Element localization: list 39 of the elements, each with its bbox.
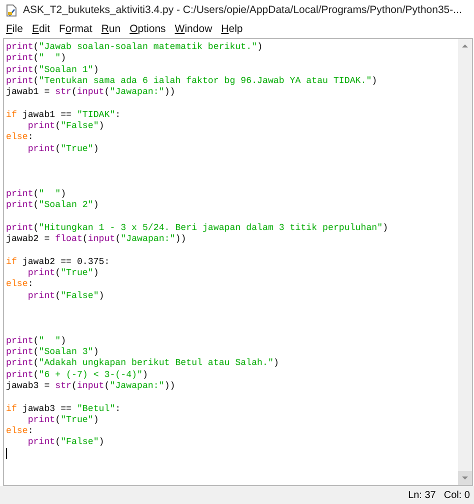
code-line: print("True") (28, 414, 99, 425)
scroll-down-icon[interactable] (458, 471, 472, 485)
code-line: print(" ") (6, 188, 66, 199)
menu-item[interactable]: File (2, 22, 27, 38)
code-line: print("Jawab soalan-soalan matematik berikut.") (6, 41, 263, 52)
code-line: else: (6, 131, 34, 142)
code-line: jawab3 = str(input("Jawapan:")) (6, 380, 176, 391)
code-line: if jawab2 == 0.375: (6, 256, 110, 267)
code-line: print("Hitungkan 1 - 3 x 5/24. Beri jawapan dalam 3 titik perpuluhan") (6, 222, 388, 233)
vertical-scrollbar[interactable] (458, 39, 472, 485)
menu-item[interactable]: Window (170, 22, 216, 38)
window-title: ASK_T2_bukuteks_aktiviti3.4.py - C:/Users/opie/AppData/Local/Programs/Python/Python35-... (23, 2, 462, 18)
code-line: print("False") (28, 120, 104, 132)
code-line: else: (6, 425, 34, 436)
menu-item[interactable]: Run (97, 22, 125, 38)
code-line: print("Soalan 2") (6, 199, 99, 210)
code-line: if jawab1 == "TIDAK": (6, 108, 121, 120)
code-line: print("Soalan 3") (6, 346, 99, 358)
code-line: print("6 + (-7) < 3-(-4)") (6, 368, 148, 380)
code-line: print("False") (28, 290, 104, 301)
code-line: print(" ") (6, 52, 66, 64)
code-line: jawab2 = float(input("Jawapan:")) (6, 233, 186, 244)
column-indicator: Col: 0 (444, 488, 470, 502)
code-line: print("False") (28, 436, 104, 448)
code-line: if jawab3 == "Betul": (6, 402, 121, 414)
menu-item[interactable]: Options (126, 22, 170, 38)
code-line: print(" ") (6, 334, 66, 346)
code-line: print("True") (28, 266, 99, 278)
line-indicator: Ln: 37 (408, 488, 436, 502)
code-line: jawab1 = str(input("Jawapan:")) (6, 86, 176, 98)
menu-item[interactable]: Help (217, 22, 247, 38)
code-line: print("Soalan 1") (6, 64, 99, 75)
code-line: print("True") (28, 142, 99, 154)
code-line: print("Adakah ungkapan berikut Betul atau Salah.") (6, 357, 279, 368)
code-line: else: (6, 278, 34, 290)
code-line: print("Tentukan sama ada 6 ialah faktor bg 96.Jawab YA atau TIDAK.") (6, 74, 378, 86)
python-file-icon (5, 4, 18, 17)
menu-item[interactable]: Format (55, 22, 96, 38)
menu-item[interactable]: Edit (28, 22, 54, 38)
